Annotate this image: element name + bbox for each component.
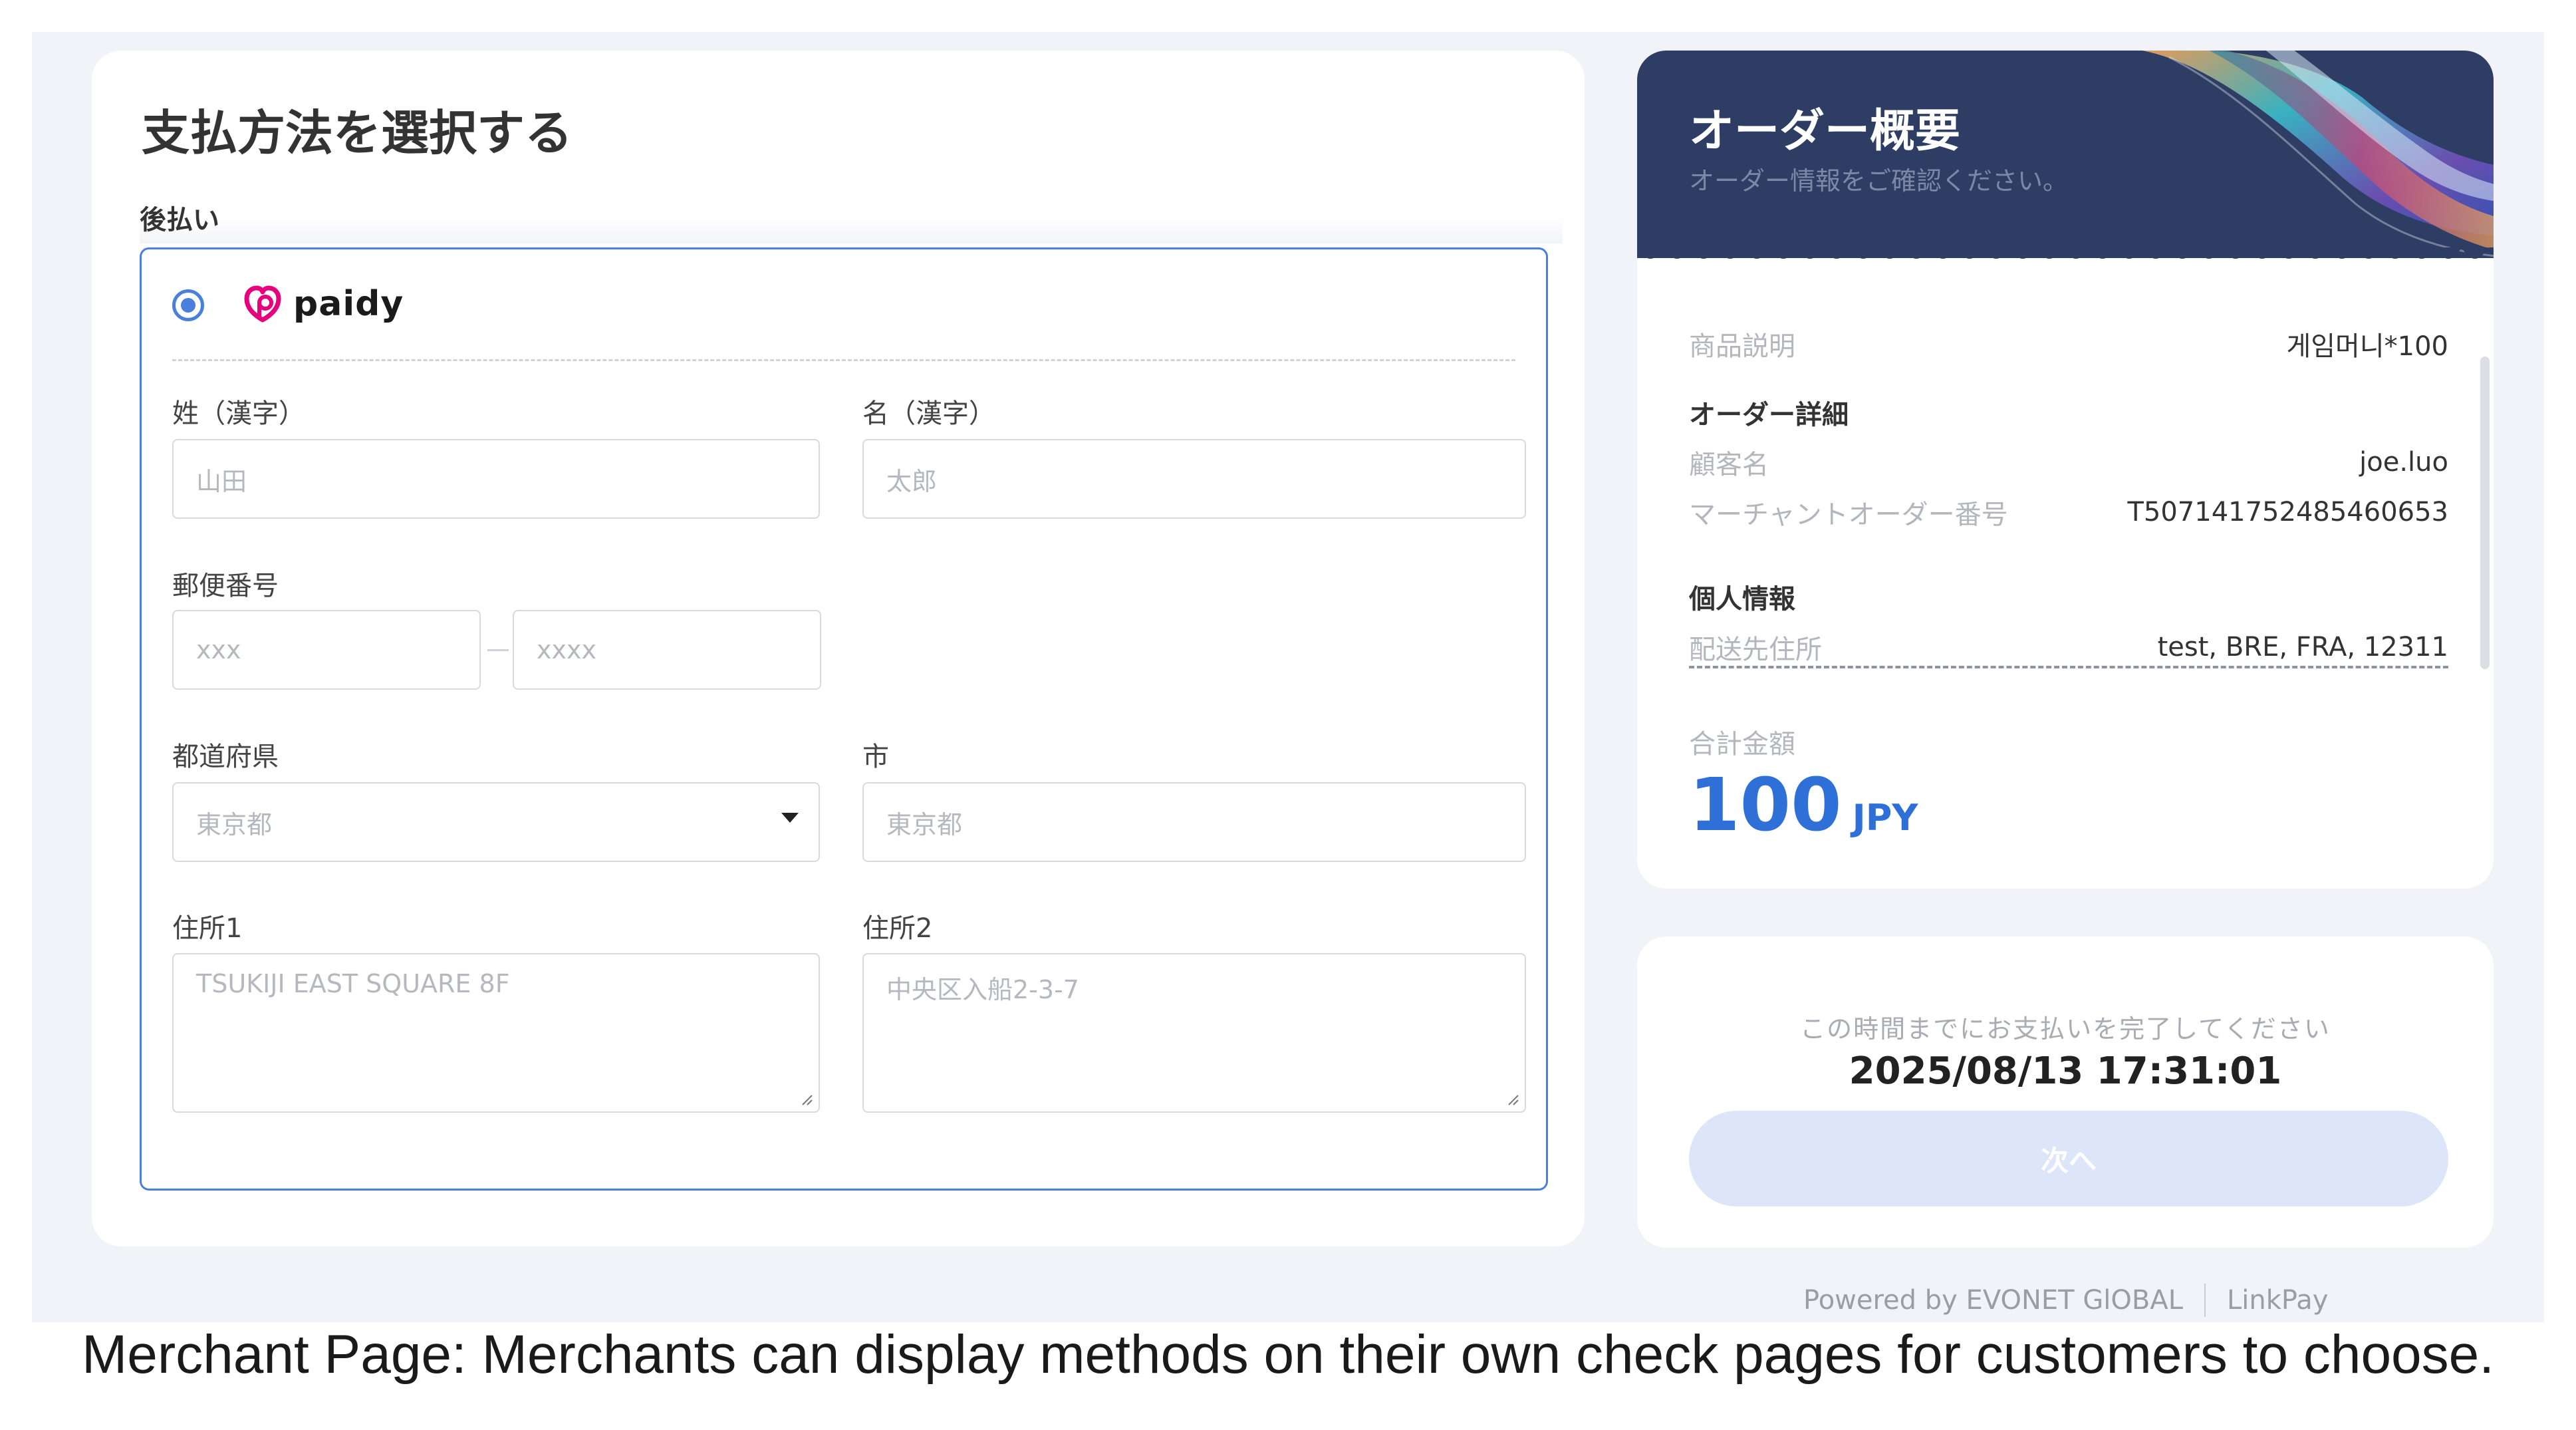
first-name-label: 名（漢字）: [862, 398, 995, 429]
product-value: 게임머니*100: [2286, 331, 2448, 362]
merchant-order-label: マーチャントオーダー番号: [1689, 500, 2008, 530]
dashed-divider: [1689, 666, 2448, 668]
merchant-order-row: マーチャントオーダー番号 T507141752485460653: [1689, 493, 2448, 531]
product-name: LinkPay: [2227, 1285, 2329, 1316]
dashed-divider: [172, 359, 1515, 361]
order-scrollbar[interactable]: [2480, 357, 2490, 669]
deadline-label: この時間までにお支払いを完了してください: [1800, 1014, 2331, 1044]
order-summary-subtitle: オーダー情報をご確認ください。: [1689, 166, 2069, 196]
next-button[interactable]: 次へ: [1689, 1111, 2448, 1207]
product-label: 商品説明: [1689, 331, 1795, 362]
customer-label: 顧客名: [1689, 450, 1769, 480]
total-value: 100: [1689, 762, 1842, 847]
payment-method-card: 支払方法を選択する 後払い paidy 姓（漢字） 山田 名（漢字） 太郎 郵便…: [92, 51, 1585, 1246]
address1-textarea[interactable]: TSUKIJI EAST SQUARE 8F: [172, 953, 820, 1113]
resize-handle-icon[interactable]: [799, 1091, 813, 1106]
shipping-address-value: test, BRE, FRA, 12311: [2157, 632, 2448, 662]
address2-textarea[interactable]: 中央区入船2-3-7: [862, 953, 1526, 1113]
address-row: 配送先住所 test, BRE, FRA, 12311: [1689, 628, 2448, 666]
paidy-logo: paidy: [241, 283, 404, 325]
address1-label: 住所1: [172, 913, 243, 944]
powered-by-footer: Powered by EVONET GlOBAL LinkPay: [1803, 1284, 2328, 1317]
caret-down-icon: [781, 813, 799, 823]
total-label: 合計金額: [1689, 729, 1795, 760]
prefecture-selected-value: 東京都: [196, 809, 273, 839]
paidy-wordmark: paidy: [293, 284, 404, 324]
order-summary-title: オーダー概要: [1689, 105, 1961, 158]
address2-placeholder: 中央区入船2-3-7: [886, 975, 1079, 1004]
order-summary-header: オーダー概要 オーダー情報をご確認ください。: [1637, 51, 2494, 258]
section-label-deferred-payment: 後払い: [140, 205, 219, 235]
postal-code-input-second[interactable]: xxxx: [513, 610, 821, 690]
checkout-page: 支払方法を選択する 後払い paidy 姓（漢字） 山田 名（漢字） 太郎 郵便…: [32, 32, 2544, 1322]
powered-by-text: Powered by EVONET GlOBAL: [1803, 1285, 2183, 1316]
city-label: 市: [862, 742, 889, 772]
shipping-address-label: 配送先住所: [1689, 635, 1822, 665]
paidy-option[interactable]: paidy 姓（漢字） 山田 名（漢字） 太郎 郵便番号 xxx xxxx 都道…: [140, 247, 1548, 1191]
scallop-path: [1637, 247, 2494, 259]
resize-handle-icon[interactable]: [1505, 1091, 1519, 1106]
address1-placeholder: TSUKIJI EAST SQUARE 8F: [196, 969, 510, 998]
scalloped-edge: [1637, 247, 2494, 259]
image-caption: Merchant Page: Merchants can display met…: [81, 1324, 2495, 1385]
postal-code-input-first[interactable]: xxx: [172, 610, 481, 690]
total-currency: JPY: [1852, 797, 1918, 839]
city-input[interactable]: 東京都: [862, 782, 1526, 862]
postal-code-dash: [487, 649, 509, 651]
personal-info-heading: 個人情報: [1689, 584, 1795, 615]
footer-divider: [2204, 1284, 2206, 1317]
customer-value: joe.luo: [2359, 447, 2448, 478]
total-amount: 100 JPY: [1689, 762, 1918, 847]
prefecture-label: 都道府県: [172, 742, 279, 772]
last-name-label: 姓（漢字）: [172, 398, 305, 429]
paidy-logo-icon: [244, 285, 281, 323]
customer-row: 顧客名 joe.luo: [1689, 443, 2448, 482]
product-row: 商品説明 게임머니*100: [1689, 325, 2448, 363]
prefecture-select[interactable]: 東京都: [172, 782, 820, 862]
last-name-input[interactable]: 山田: [172, 439, 820, 519]
address2-label: 住所2: [862, 913, 933, 944]
postal-code-label: 郵便番号: [172, 571, 279, 601]
order-details-heading: オーダー詳細: [1689, 400, 1849, 430]
page-title: 支払方法を選択する: [142, 105, 573, 161]
merchant-order-value: T507141752485460653: [2127, 497, 2448, 527]
section-divider: [140, 217, 1563, 243]
first-name-input[interactable]: 太郎: [862, 439, 1526, 519]
deadline-time: 2025/08/13 17:31:01: [1849, 1050, 2282, 1093]
payment-action-card: この時間までにお支払いを完了してください 2025/08/13 17:31:01…: [1637, 936, 2494, 1248]
decorative-swirl-graphic: [2142, 51, 2494, 257]
paidy-radio[interactable]: [172, 289, 204, 321]
order-summary-card: オーダー概要 オーダー情報をご確認ください。 商品説明 게임머니*100 オーダ…: [1637, 51, 2494, 889]
